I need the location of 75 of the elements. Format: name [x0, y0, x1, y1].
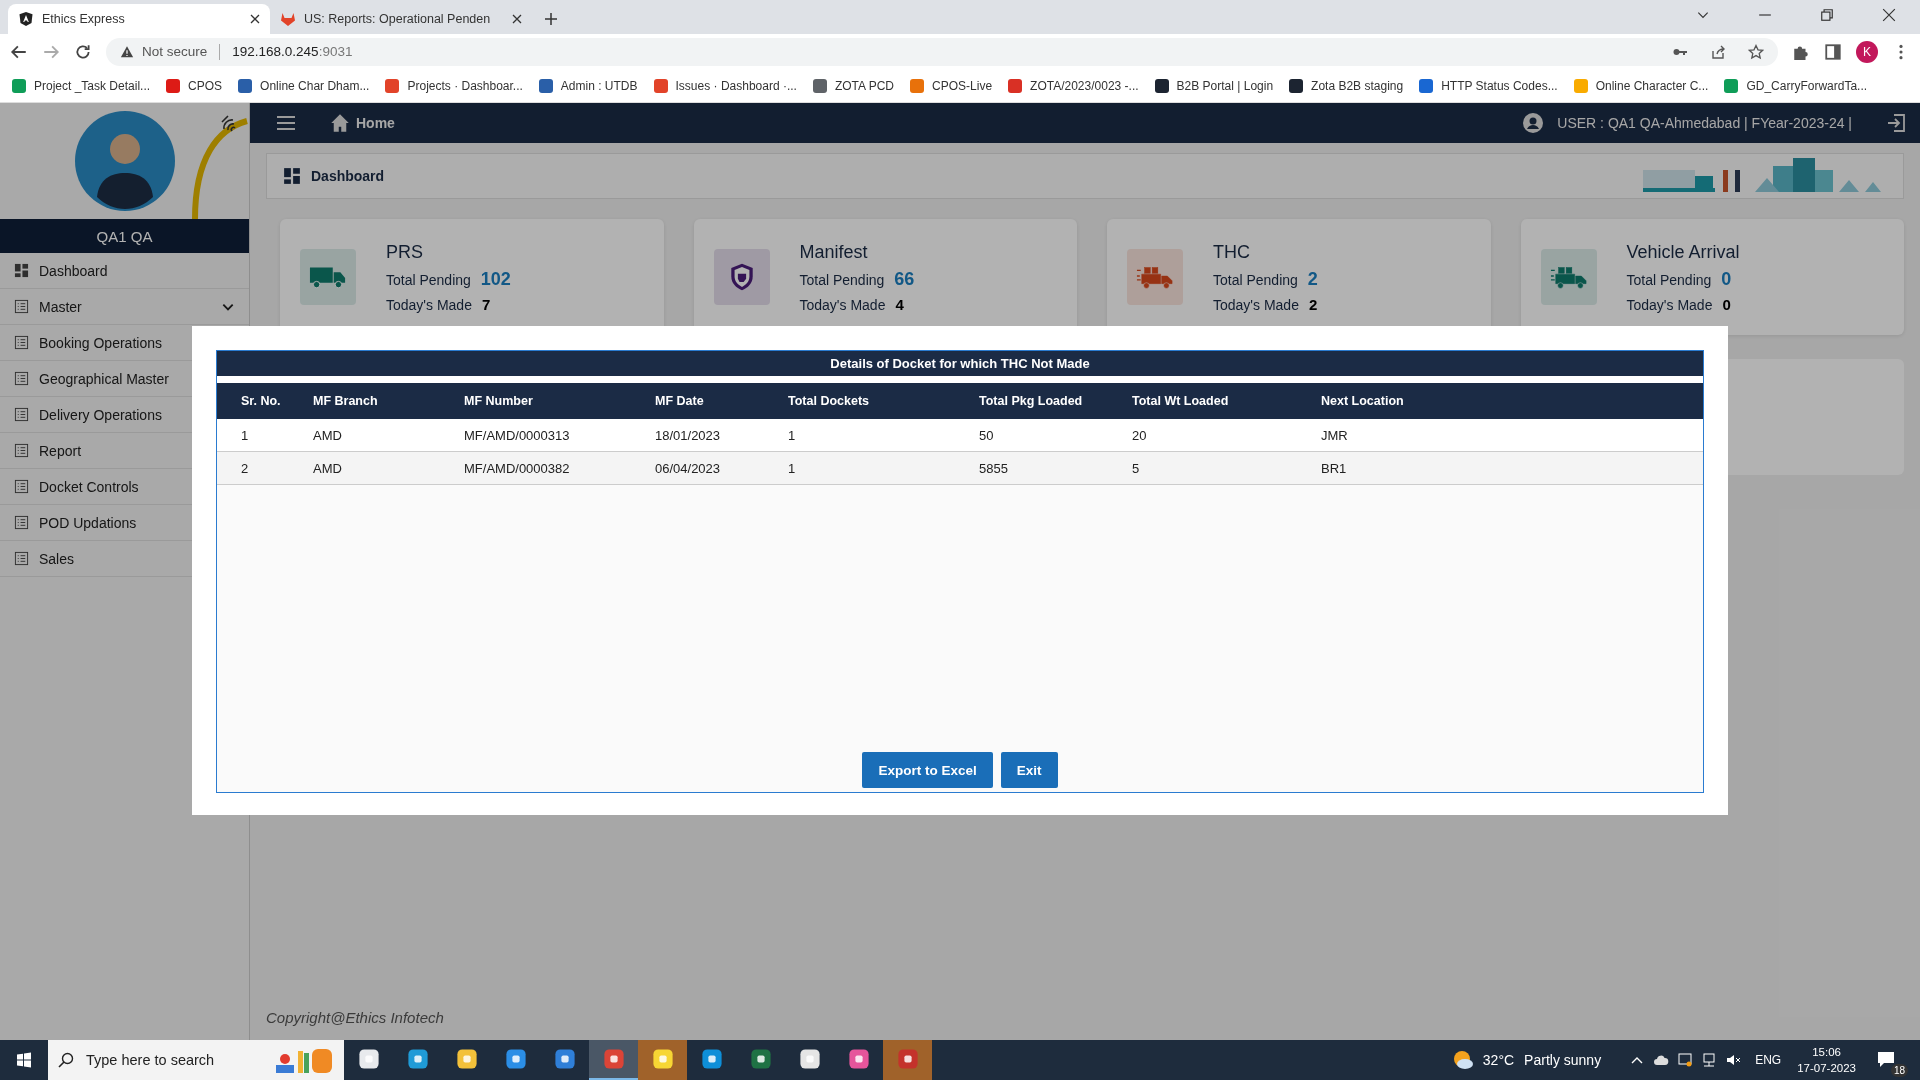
temperature-text: 32°C	[1482, 1052, 1515, 1068]
card-title: Manifest	[799, 241, 869, 263]
pending-count: 66	[894, 268, 915, 290]
address-field[interactable]: Not secure 192.168.0.245:9031	[106, 37, 1778, 66]
column-header: MF Date	[655, 394, 705, 408]
bookmark-link[interactable]: Online Character C...	[1573, 78, 1709, 93]
menu-item[interactable]: Master	[0, 289, 249, 325]
column-header: Next Location	[1321, 394, 1405, 408]
pending-count: 2	[1307, 268, 1318, 290]
table-cell-text: 06/04/2023	[655, 460, 722, 476]
browser-tab[interactable]: US: Reports: Operational Penden	[270, 4, 532, 34]
column-header: Total Wt Loaded	[1132, 394, 1230, 408]
bookmark-link[interactable]: CPOS	[166, 78, 223, 93]
browser-tab[interactable]: Ethics Express	[8, 4, 270, 34]
table-cell-text: 18/01/2023	[655, 427, 722, 443]
dialog-button[interactable]: Export to Excel	[862, 752, 993, 788]
pending-label: Total Pending	[1213, 271, 1298, 288]
table-title: Details of Docket for which THC Not Made	[217, 351, 1703, 383]
clock[interactable]: 15:06 17-07-2023	[1797, 1044, 1856, 1076]
bookmark-link[interactable]: ZOTA PCD	[812, 78, 895, 93]
made-label: Today's Made	[386, 296, 472, 313]
home-link[interactable]: Home	[330, 113, 395, 133]
search-field[interactable]: Type here to search	[48, 1040, 344, 1080]
table-cell-text: 5855	[979, 460, 1009, 476]
made-label: Today's Made	[799, 296, 886, 313]
table-cell-text: MF/AMD/0000382	[464, 460, 571, 476]
bookmark-link[interactable]: B2B Portal | Login	[1154, 78, 1274, 93]
profile-avatar[interactable]: K	[1856, 40, 1878, 63]
column-header: Total Dockets	[788, 394, 871, 408]
table-cell-text: 20	[1132, 427, 1148, 443]
made-label: Today's Made	[1213, 296, 1299, 313]
table-cell-text: MF/AMD/0000313	[464, 427, 571, 443]
bookmark-link[interactable]: Zota B2B staging	[1289, 78, 1404, 93]
table-cell-text: 50	[979, 427, 995, 443]
bookmark-link[interactable]: Project _Task Detail...	[12, 78, 151, 93]
page-title: Dashboard	[311, 168, 385, 184]
table-cell-text: BR1	[1321, 460, 1348, 476]
made-count: 4	[895, 295, 904, 313]
column-header: MF Branch	[313, 394, 379, 408]
card-title: THC	[1213, 241, 1251, 263]
bookmark-link[interactable]: CPOS-Live	[910, 78, 993, 93]
bookmark-link[interactable]: Issues · Dashboard ·...	[653, 78, 797, 93]
table-cell-text: 5	[1132, 460, 1141, 476]
table-cell-text: 1	[788, 460, 797, 476]
bookmark-link[interactable]: ZOTA/2023/0023 -...	[1008, 78, 1139, 93]
bookmark-link[interactable]: Admin : UTDB	[538, 78, 638, 93]
table-cell-text: AMD	[313, 427, 343, 443]
pending-label: Total Pending	[386, 271, 471, 288]
made-count: 0	[1722, 295, 1731, 313]
pending-label: Total Pending	[799, 271, 885, 288]
pending-count: 102	[480, 268, 511, 290]
table-cell-text: 1	[788, 427, 797, 443]
pending-count: 0	[1721, 268, 1732, 290]
bookmark-link[interactable]: Online Char Dham...	[238, 78, 370, 93]
weather-text: Partly sunny	[1524, 1052, 1602, 1068]
user-info: USER : QA1 QA-Ahmedabad | FYear-2023-24 |	[1557, 115, 1852, 131]
column-header: MF Number	[464, 394, 534, 408]
column-header: Total Pkg Loaded	[979, 394, 1084, 408]
card-title: PRS	[386, 241, 424, 263]
table-cell-text: AMD	[313, 460, 343, 476]
user-name: QA1 QA	[0, 219, 249, 253]
pending-label: Total Pending	[1626, 271, 1712, 288]
notification-badge: 18	[1890, 1064, 1908, 1077]
made-label: Today's Made	[1626, 296, 1713, 313]
made-count: 2	[1308, 295, 1318, 313]
made-count: 7	[481, 295, 491, 313]
copyright-text: Copyright@Ethics Infotech	[266, 1009, 445, 1028]
card-title: Vehicle Arrival	[1626, 241, 1740, 263]
bookmark-link[interactable]: GD_CarryForwardTa...	[1724, 78, 1868, 93]
table-cell-text: JMR	[1321, 427, 1349, 443]
language-indicator[interactable]: ENG	[1755, 1053, 1782, 1067]
bookmark-link[interactable]: Projects · Dashboar...	[385, 78, 523, 93]
dialog-button[interactable]: Exit	[1000, 752, 1058, 788]
menu-item[interactable]: Dashboard	[0, 253, 249, 289]
bookmark-link[interactable]: HTTP Status Codes...	[1419, 78, 1558, 93]
